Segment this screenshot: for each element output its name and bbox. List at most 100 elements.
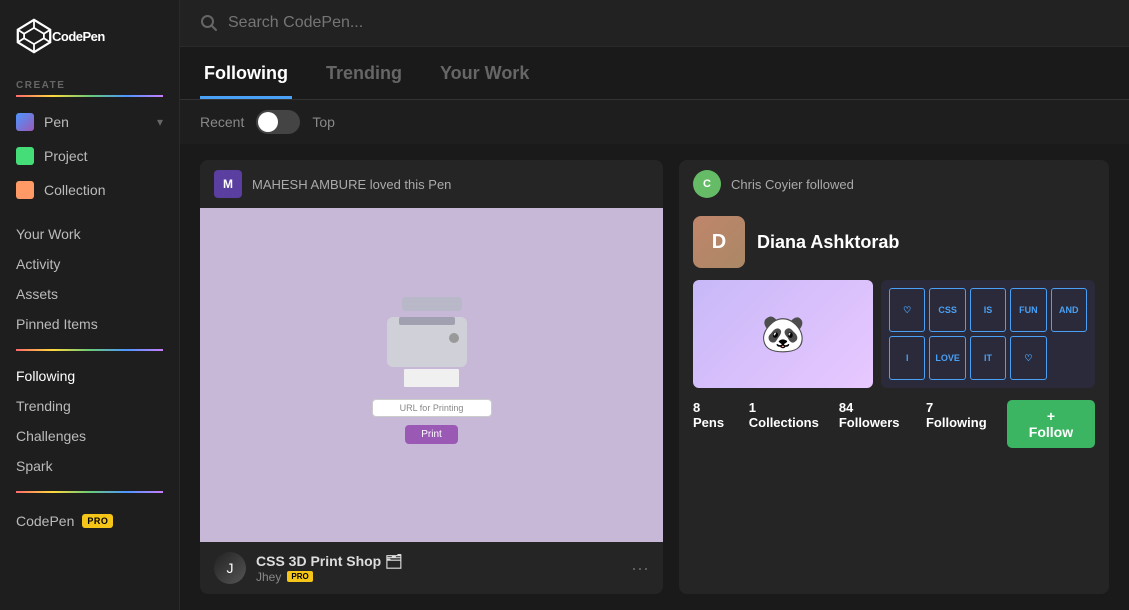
- diana-avatar: D: [693, 216, 745, 268]
- css-tag-is: IS: [970, 288, 1006, 332]
- collections-count: 1: [749, 400, 756, 415]
- sidebar-item-spark[interactable]: Spark: [0, 451, 179, 481]
- pen-author: Jhey PRO: [256, 570, 403, 584]
- tabs-area: Following Trending Your Work: [180, 47, 1129, 100]
- pen-info: CSS 3D Print Shop 🗂 Jhey PRO: [256, 553, 403, 584]
- pen-title: CSS 3D Print Shop 🗂: [256, 553, 403, 570]
- followers-stat: 84 Followers: [839, 400, 906, 448]
- css-tag-it: IT: [970, 336, 1006, 380]
- top-label: Top: [312, 114, 335, 130]
- sidebar-item-challenges[interactable]: Challenges: [0, 421, 179, 451]
- codepen-pro-item[interactable]: CodePen PRO: [0, 503, 179, 539]
- pens-label: Pens: [693, 415, 724, 430]
- css-tag-heart2: ♡: [1010, 336, 1046, 380]
- content-area: M MAHESH AMBURE loved this Pen: [180, 144, 1129, 610]
- url-input-mock: URL for Printing: [372, 399, 492, 417]
- nav-section: Your Work Activity Assets Pinned Items: [0, 219, 179, 339]
- collection-label: Collection: [44, 182, 105, 198]
- collections-stat: 1 Collections: [749, 400, 819, 448]
- sidebar-divider: [16, 349, 163, 351]
- sidebar: CodePen CREATE Pen ▾ Project Collection …: [0, 0, 180, 610]
- panda-preview[interactable]: 🐼: [693, 280, 873, 388]
- left-card-footer: J CSS 3D Print Shop 🗂 Jhey PRO ···: [200, 542, 663, 594]
- pens-count: 8: [693, 400, 700, 415]
- printer-wrapper: [387, 307, 477, 387]
- sidebar-divider-2: [16, 491, 163, 493]
- project-icon: [16, 147, 34, 165]
- left-action-text: MAHESH AMBURE loved this Pen: [252, 177, 451, 192]
- search-bar: [180, 0, 1129, 47]
- css-tag-and: AND: [1051, 288, 1087, 332]
- your-work-label: Your Work: [16, 226, 81, 242]
- right-action-text: Chris Coyier followed: [731, 177, 854, 192]
- tab-following[interactable]: Following: [200, 47, 292, 99]
- left-feed-card: M MAHESH AMBURE loved this Pen: [200, 160, 663, 594]
- search-input[interactable]: [228, 14, 1109, 32]
- following-stat-label: Following: [926, 415, 987, 430]
- paper-output: [387, 369, 477, 387]
- sidebar-item-activity[interactable]: Activity: [0, 249, 179, 279]
- tab-trending[interactable]: Trending: [322, 47, 406, 99]
- challenges-label: Challenges: [16, 428, 86, 444]
- recent-label: Recent: [200, 114, 244, 130]
- css-tag-heart1: ♡: [889, 288, 925, 332]
- sidebar-item-project[interactable]: Project: [0, 139, 179, 173]
- following-label: Following: [16, 368, 75, 384]
- sidebar-item-assets[interactable]: Assets: [0, 279, 179, 309]
- recent-top-toggle[interactable]: [256, 110, 300, 134]
- pen-label: Pen: [44, 114, 69, 130]
- printer-illustration: URL for Printing Print: [372, 307, 492, 444]
- diana-name: Diana Ashktorab: [757, 232, 899, 253]
- pens-stat: 8 Pens: [693, 400, 729, 448]
- create-gradient-bar: [16, 95, 163, 97]
- right-previews: 🐼 ♡ CSS IS FUN AND I LOVE IT ♡: [679, 280, 1109, 388]
- tab-your-work[interactable]: Your Work: [436, 47, 533, 99]
- spark-label: Spark: [16, 458, 53, 474]
- css-tag-love: LOVE: [929, 336, 965, 380]
- pen-preview[interactable]: URL for Printing Print: [200, 208, 663, 542]
- collections-label: Collections: [749, 415, 819, 430]
- trending-label: Trending: [16, 398, 71, 414]
- activity-label: Activity: [16, 256, 60, 272]
- followers-count: 84: [839, 400, 853, 415]
- followers-label: Followers: [839, 415, 900, 430]
- print-button-mock: Print: [405, 425, 458, 444]
- sidebar-item-pinned-items[interactable]: Pinned Items: [0, 309, 179, 339]
- logo-area[interactable]: CodePen: [0, 0, 179, 72]
- printer-body: [387, 317, 467, 367]
- logo-text: CodePen: [52, 29, 105, 44]
- follow-button[interactable]: + Follow: [1007, 400, 1095, 448]
- project-label: Project: [44, 148, 88, 164]
- pro-badge: PRO: [82, 514, 113, 528]
- create-label: CREATE: [0, 72, 179, 95]
- followed-user-info: D Diana Ashktorab: [679, 208, 1109, 280]
- sidebar-item-your-work[interactable]: Your Work: [0, 219, 179, 249]
- mahesh-avatar: M: [214, 170, 242, 198]
- pinned-items-label: Pinned Items: [16, 316, 98, 332]
- assets-label: Assets: [16, 286, 58, 302]
- codepen-logo-icon: [16, 18, 52, 54]
- right-card-header: C Chris Coyier followed: [679, 160, 1109, 208]
- sidebar-item-collection[interactable]: Collection: [0, 173, 179, 207]
- collection-icon: [16, 181, 34, 199]
- css-tag-fun: FUN: [1010, 288, 1046, 332]
- more-options-button[interactable]: ···: [631, 558, 649, 579]
- pen-chevron-icon: ▾: [157, 115, 163, 129]
- following-stat: 7 Following: [926, 400, 987, 448]
- right-stats: 8 Pens 1 Collections 84 Followers 7 Foll…: [679, 388, 1109, 460]
- right-feed-card: C Chris Coyier followed D Diana Ashktora…: [679, 160, 1109, 594]
- css-tag-i: I: [889, 336, 925, 380]
- sidebar-item-pen[interactable]: Pen ▾: [0, 105, 179, 139]
- chris-avatar: C: [693, 170, 721, 198]
- jhey-avatar: J: [214, 552, 246, 584]
- sidebar-item-trending[interactable]: Trending: [0, 391, 179, 421]
- codepen-pro-label: CodePen: [16, 513, 74, 529]
- css-tags-preview[interactable]: ♡ CSS IS FUN AND I LOVE IT ♡: [881, 280, 1095, 388]
- left-card-header: M MAHESH AMBURE loved this Pen: [200, 160, 663, 208]
- css-tag-css: CSS: [929, 288, 965, 332]
- search-icon: [200, 14, 218, 32]
- filter-bar: Recent Top: [180, 100, 1129, 144]
- sidebar-item-following[interactable]: Following: [0, 361, 179, 391]
- main-content: Following Trending Your Work Recent Top …: [180, 0, 1129, 610]
- author-pro-badge: PRO: [287, 571, 312, 582]
